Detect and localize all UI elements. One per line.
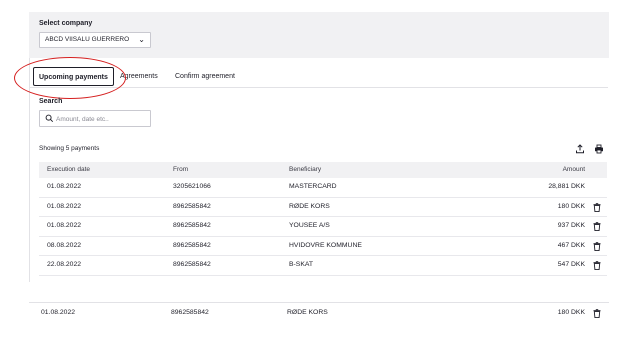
cell-beneficiary: RØDE KORS — [287, 309, 328, 316]
tab-confirm-agreement[interactable]: Confirm agreement — [175, 67, 235, 86]
cell-beneficiary: RØDE KORS — [289, 202, 330, 210]
trash-icon[interactable] — [593, 309, 601, 318]
cell-date: 01.08.2022 — [47, 222, 82, 229]
cell-from: 8962585842 — [173, 202, 211, 210]
cell-from: 3205621066 — [173, 183, 211, 190]
cell-amount: 180 DKK — [557, 309, 585, 316]
company-panel: Select company ABCD VIISALU GUERRERO ⌄ — [29, 12, 609, 58]
cell-date: 01.08.2022 — [41, 309, 76, 316]
tab-divider — [30, 87, 608, 88]
chevron-down-icon: ⌄ — [138, 35, 145, 44]
cell-amount: 28,881 DKK — [548, 183, 585, 190]
payments-table: Execution date From Beneficiary Amount 0… — [39, 162, 607, 276]
print-icon[interactable] — [594, 144, 604, 154]
cell-date: 22.08.2022 — [47, 261, 82, 268]
search-label: Search — [39, 98, 63, 105]
cell-beneficiary: HVIDOVRE KOMMUNE — [289, 241, 362, 249]
cell-beneficiary: MASTERCARD — [289, 183, 337, 190]
tab-agreements[interactable]: Agreements — [120, 67, 158, 86]
export-icon[interactable] — [575, 144, 585, 154]
cell-beneficiary: YOUSEE A/S — [289, 222, 330, 229]
cell-from: 8962585842 — [171, 309, 209, 316]
table-header: Execution date From Beneficiary Amount — [39, 162, 607, 178]
company-select-value: ABCD VIISALU GUERRERO — [45, 36, 130, 43]
highlighted-row[interactable]: 01.08.2022 8962585842 RØDE KORS 180 DKK — [29, 304, 609, 322]
company-label: Select company — [39, 20, 93, 27]
cell-amount: 937 DKK — [557, 222, 585, 229]
tab-upcoming-payments[interactable]: Upcoming payments — [33, 67, 114, 86]
table-row[interactable]: 01.08.2022 8962585842 YOUSEE A/S 937 DKK — [39, 217, 607, 237]
cell-from: 8962585842 — [173, 261, 211, 268]
cell-from: 8962585842 — [173, 241, 211, 249]
cell-amount: 180 DKK — [557, 202, 585, 210]
cell-date: 08.08.2022 — [47, 241, 82, 249]
company-select[interactable]: ABCD VIISALU GUERRERO ⌄ — [39, 32, 151, 48]
search-field[interactable] — [39, 110, 151, 127]
cell-date: 01.08.2022 — [47, 202, 82, 210]
header-from[interactable]: From — [173, 162, 188, 178]
cell-date: 01.08.2022 — [47, 183, 82, 190]
trash-icon[interactable] — [593, 261, 601, 270]
cell-amount: 547 DKK — [557, 261, 585, 268]
header-execution-date[interactable]: Execution date — [47, 162, 90, 178]
payments-count: Showing 5 payments — [39, 145, 100, 152]
bottom-divider — [29, 302, 609, 303]
cell-amount: 467 DKK — [557, 241, 585, 249]
trash-icon[interactable] — [593, 222, 601, 231]
header-amount[interactable]: Amount — [563, 162, 585, 178]
table-row[interactable]: 01.08.2022 8962585842 RØDE KORS 180 DKK — [39, 198, 607, 217]
cell-beneficiary: B-SKAT — [289, 261, 314, 268]
trash-icon[interactable] — [593, 202, 601, 212]
cell-from: 8962585842 — [173, 222, 211, 229]
header-beneficiary[interactable]: Beneficiary — [289, 162, 321, 178]
table-row[interactable]: 22.08.2022 8962585842 B-SKAT 547 DKK — [39, 256, 607, 276]
search-input[interactable] — [56, 113, 148, 125]
trash-icon[interactable] — [593, 241, 601, 251]
content-left-border — [29, 58, 30, 282]
table-row[interactable]: 08.08.2022 8962585842 HVIDOVRE KOMMUNE 4… — [39, 237, 607, 256]
table-row[interactable]: 01.08.2022 3205621066 MASTERCARD 28,881 … — [39, 178, 607, 198]
search-icon — [45, 114, 54, 123]
